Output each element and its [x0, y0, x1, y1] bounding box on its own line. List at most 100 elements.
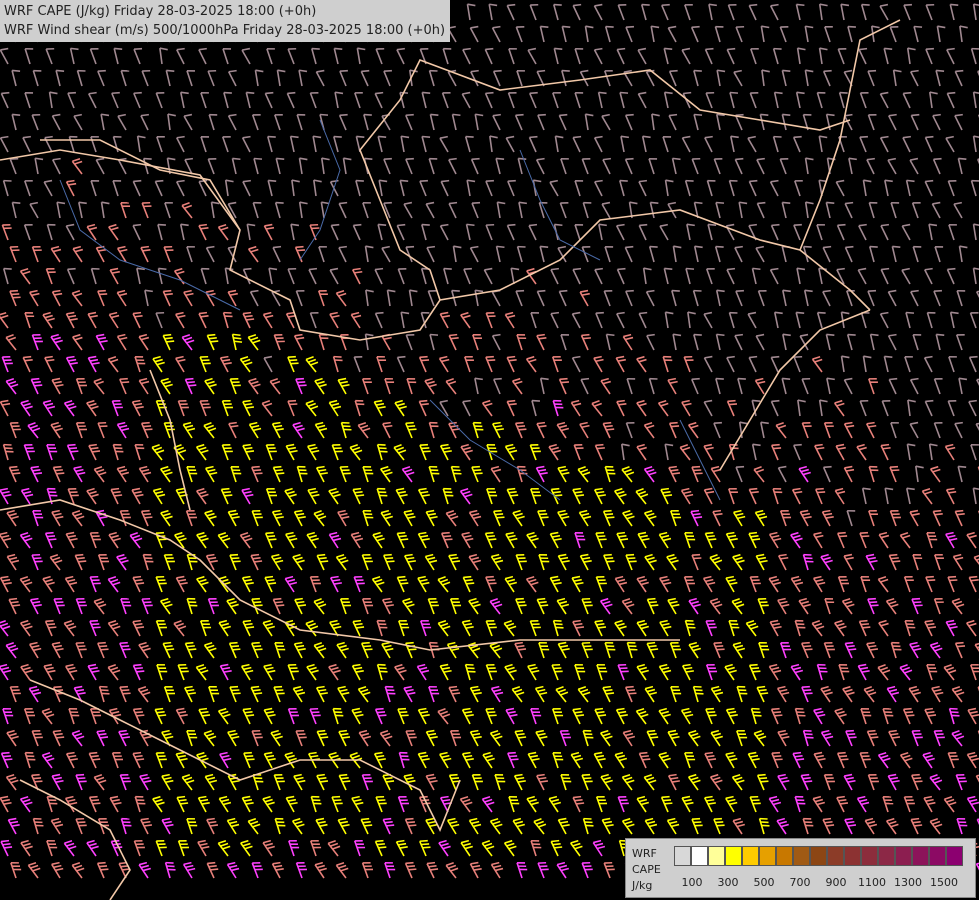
wind-barb: [901, 223, 911, 241]
wind-barb: [530, 839, 542, 857]
wind-barb: [781, 113, 791, 131]
wind-barb: [272, 597, 285, 615]
wind-barb: [247, 333, 261, 351]
wind-barb: [843, 553, 854, 571]
wind-barb: [658, 707, 671, 725]
wind-barb: [970, 444, 979, 461]
wind-barb: [445, 509, 459, 527]
wind-barb: [307, 443, 320, 461]
wind-barb: [644, 685, 658, 703]
wind-barb: [530, 488, 542, 505]
wind-barb: [484, 531, 497, 549]
wind-barb: [65, 355, 78, 373]
wind-barb: [933, 378, 943, 395]
wind-barb: [493, 377, 502, 395]
wind-barb: [603, 553, 615, 571]
cape-title: WRF CAPE (J/kg) Friday 28-03-2025 18:00 …: [4, 4, 317, 19]
wind-barb: [50, 421, 63, 439]
legend-tick: 300: [717, 876, 739, 889]
wind-barb: [295, 377, 307, 395]
wind-barb: [73, 465, 86, 483]
wind-barb: [820, 553, 833, 571]
wind-barb: [140, 817, 153, 835]
wind-barb: [428, 465, 440, 483]
wind-barb: [945, 487, 957, 505]
wind-barb: [207, 598, 219, 615]
wind-barb: [177, 840, 189, 857]
wind-barb: [858, 223, 867, 241]
wind-barb: [679, 443, 691, 461]
wind-barb: [958, 245, 968, 263]
wind-barb: [842, 685, 855, 703]
wind-barb: [461, 619, 474, 637]
wind-barb: [671, 157, 681, 175]
wind-barb: [330, 223, 340, 241]
wind-barb: [373, 399, 386, 417]
wind-barb: [27, 861, 41, 879]
wind-barbs: [0, 3, 979, 879]
wind-barb: [843, 465, 855, 483]
wind-barb: [338, 113, 348, 131]
wind-barb: [175, 751, 188, 769]
wind-barb: [361, 862, 373, 879]
wind-barb: [427, 597, 439, 615]
wind-barb: [771, 751, 783, 769]
wind-barb: [95, 157, 105, 175]
wind-barb: [75, 597, 87, 615]
wind-barb: [595, 531, 607, 549]
wind-barb: [869, 333, 879, 351]
wind-barb: [614, 751, 628, 769]
wind-barb: [539, 245, 549, 263]
wind-barb: [954, 509, 965, 527]
legend-swatch: [912, 846, 929, 866]
wind-barb: [399, 179, 409, 197]
wind-barb: [287, 47, 297, 65]
wind-barb: [397, 796, 409, 813]
wind-barb: [561, 69, 570, 87]
wind-barb: [658, 663, 672, 681]
wind-barb: [507, 751, 519, 769]
wind-barb: [616, 47, 626, 65]
wind-barb: [144, 289, 153, 307]
wind-barb: [373, 751, 386, 769]
wind-barb: [141, 201, 152, 219]
wind-barb: [44, 619, 57, 637]
wind-barb: [100, 113, 110, 131]
wind-barb: [687, 311, 696, 329]
wind-barb: [902, 135, 911, 153]
wind-barb: [161, 773, 174, 791]
wind-barb: [9, 289, 21, 307]
wind-barb: [709, 597, 723, 615]
wind-barb: [757, 597, 769, 615]
wind-barb: [594, 707, 607, 725]
wind-barb: [577, 466, 591, 483]
wind-barb: [880, 223, 890, 241]
wind-barb: [909, 641, 922, 659]
wind-barb: [360, 817, 373, 835]
wind-barb: [731, 773, 745, 791]
wind-barb: [929, 91, 938, 109]
wind-barb: [338, 773, 351, 791]
wind-barb: [181, 773, 195, 791]
wind-barb: [471, 773, 483, 791]
wind-barb: [488, 3, 498, 21]
legend-tick: 1100: [858, 876, 886, 889]
wind-barb: [198, 223, 209, 241]
wind-barb: [642, 267, 652, 285]
wind-barb: [640, 3, 650, 21]
wind-barb: [603, 861, 615, 879]
wind-barb: [643, 421, 655, 439]
wind-barb: [835, 179, 845, 197]
wind-barb: [569, 839, 583, 857]
wind-barb: [756, 685, 769, 703]
wind-barb: [181, 333, 195, 351]
wind-barb: [316, 729, 329, 747]
wind-barb: [710, 685, 724, 703]
wind-barb: [402, 597, 415, 615]
wind-barb: [439, 311, 451, 329]
wind-barb: [250, 553, 263, 571]
wind-barb: [600, 729, 613, 747]
wind-barb: [461, 531, 474, 549]
wind-barb: [548, 443, 561, 461]
wind-barb: [572, 707, 585, 725]
